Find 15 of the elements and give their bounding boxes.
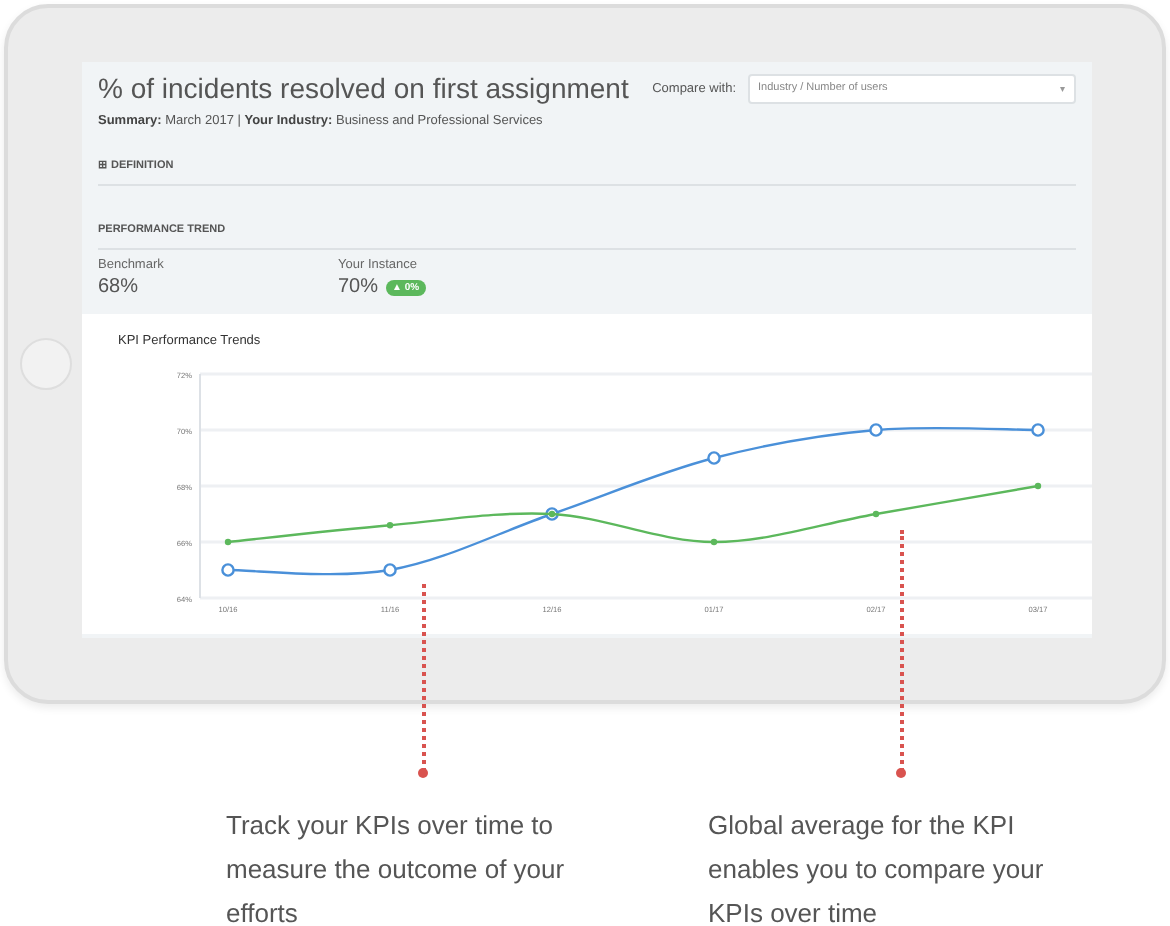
annotation-text: Track your KPIs over time to measure the outcome of your efforts — [226, 808, 567, 926]
point — [1031, 423, 1045, 437]
point — [386, 522, 394, 529]
point — [383, 563, 397, 577]
metric-value: 68% — [98, 276, 139, 298]
point — [869, 423, 883, 437]
point — [872, 510, 880, 518]
page-title: % of incidents resolved on first assignment — [98, 72, 629, 104]
point — [710, 538, 718, 546]
point — [221, 563, 235, 577]
point — [707, 451, 721, 465]
point — [1034, 482, 1042, 490]
metric-value: 70% — [338, 276, 379, 298]
point — [224, 538, 232, 546]
annotation-text: Global average for the KPI enables you to compare your KPIs over time — [708, 808, 1046, 926]
